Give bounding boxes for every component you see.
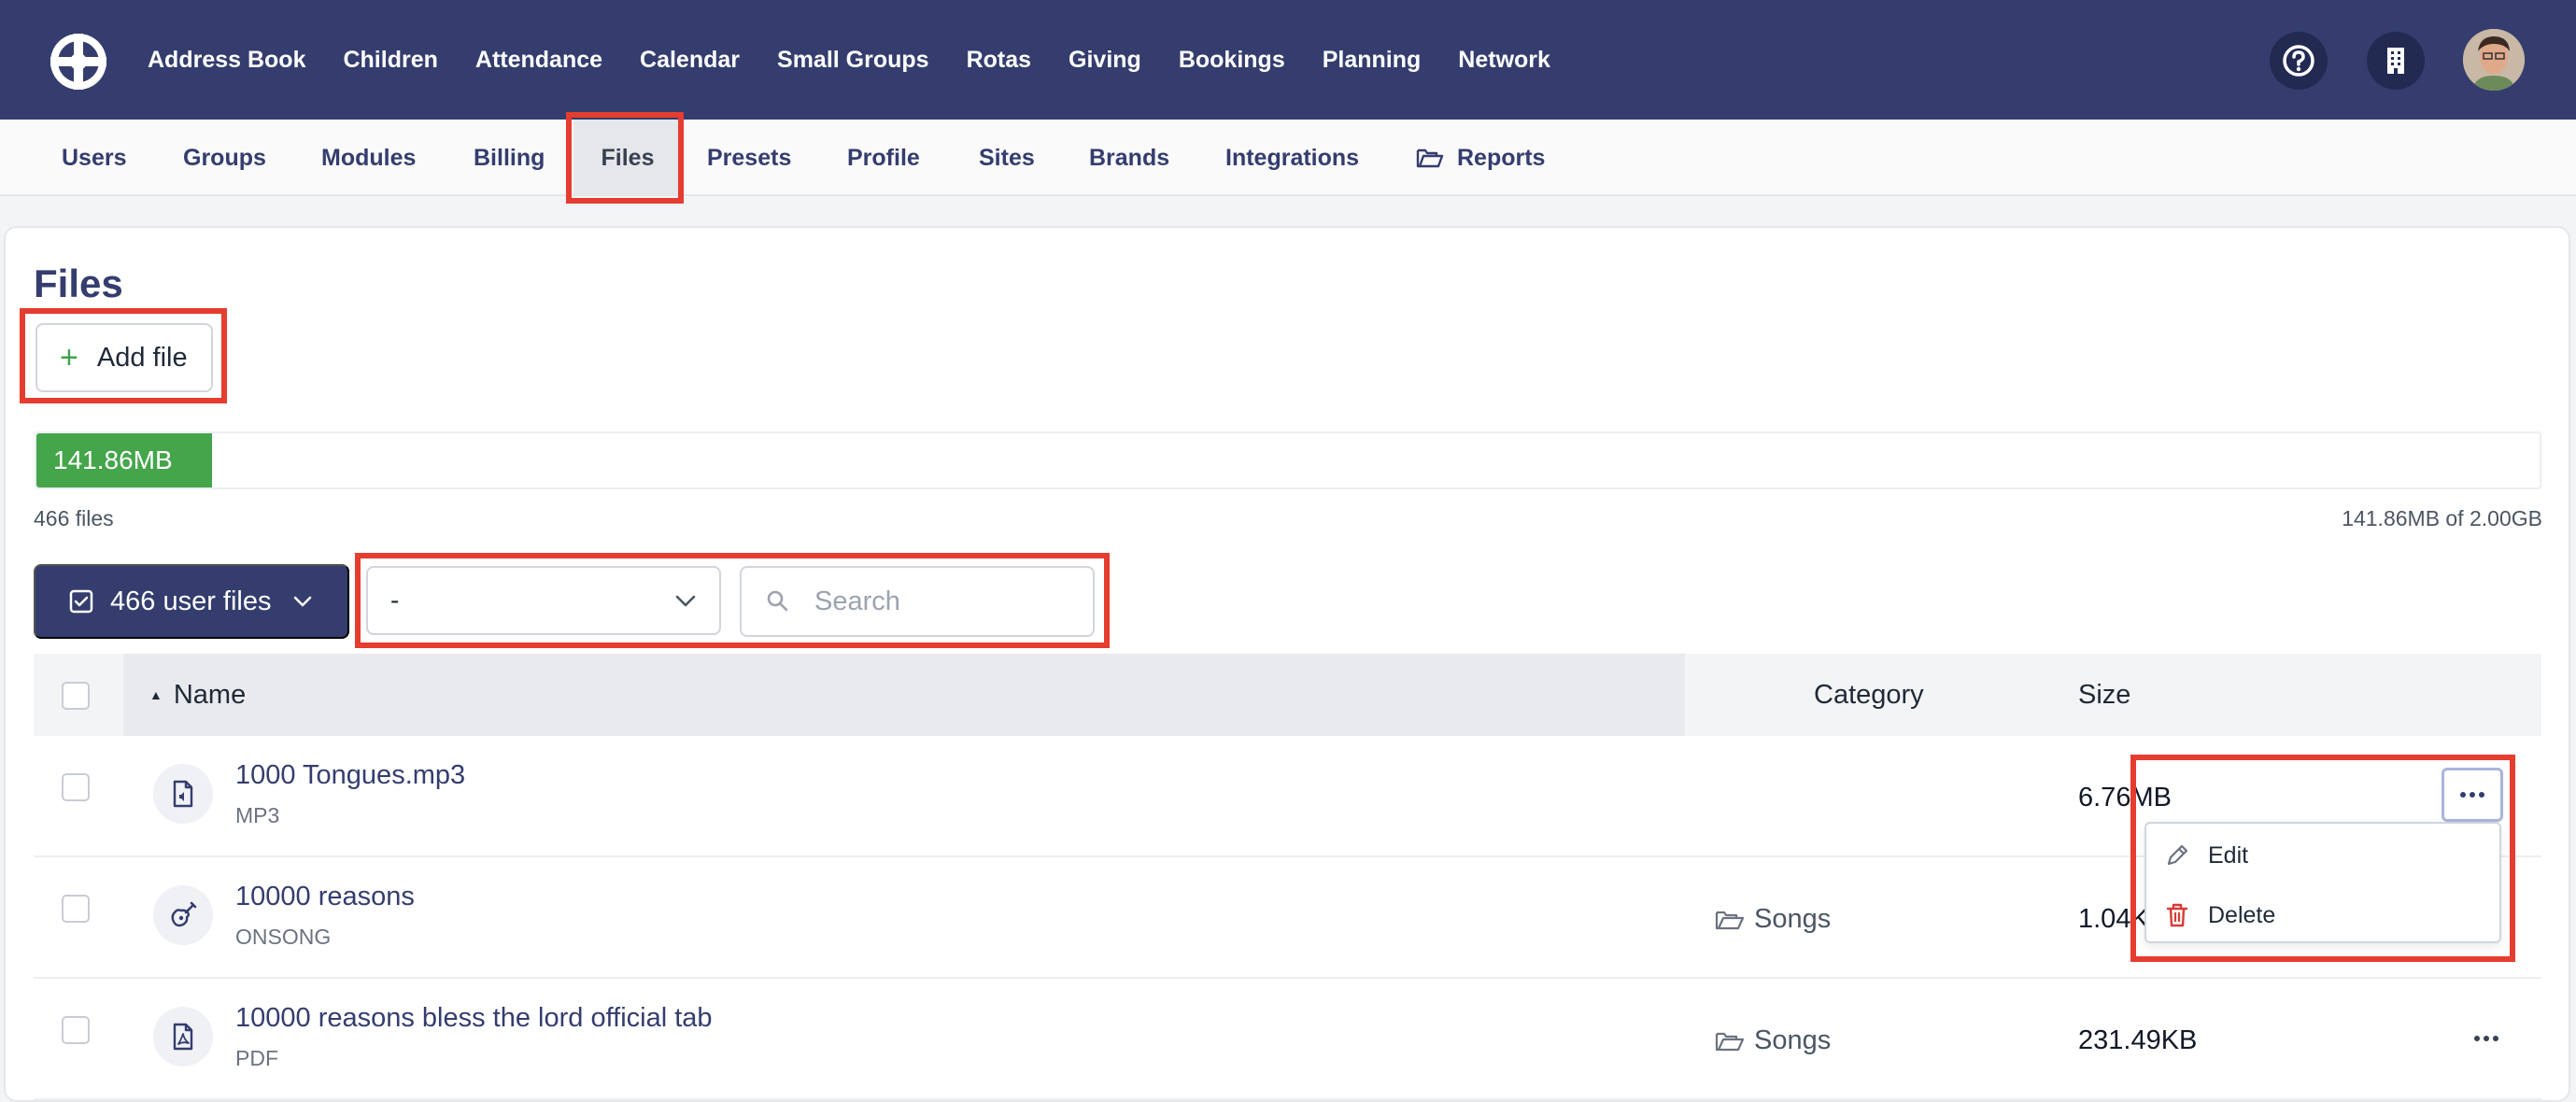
folder-open-icon <box>1416 148 1444 168</box>
menu-item-delete-label: Delete <box>2208 901 2276 928</box>
row-checkbox[interactable] <box>62 1016 90 1044</box>
file-name-link[interactable]: 1000 Tongues.mp3 <box>235 760 465 791</box>
user-files-label: 466 user files <box>110 586 272 616</box>
menu-item-delete[interactable]: Delete <box>2163 897 2275 934</box>
select-all-checkbox[interactable] <box>62 682 90 710</box>
guitar-icon <box>153 885 213 945</box>
sort-ascending-icon: ▲ <box>149 687 163 702</box>
trash-icon <box>2166 903 2188 927</box>
column-header-category[interactable]: Category <box>1814 680 1924 711</box>
tab-reports[interactable]: Reports <box>1416 120 1545 196</box>
app-logo-icon[interactable] <box>47 30 110 93</box>
column-header-size[interactable]: Size <box>2078 680 2130 711</box>
tab-billing[interactable]: Billing <box>474 120 545 196</box>
storage-progress-fill: 141.86MB <box>36 433 212 487</box>
row-actions-button[interactable] <box>2442 768 2503 822</box>
file-type: ONSONG <box>235 925 332 949</box>
nav-network[interactable]: Network <box>1458 47 1550 74</box>
row-checkbox[interactable] <box>62 895 90 923</box>
file-size: 231.49KB <box>2078 1025 2198 1055</box>
file-category: Songs <box>1715 904 1831 935</box>
user-avatar[interactable] <box>2463 29 2525 91</box>
folder-open-icon <box>1715 1032 1745 1051</box>
building-icon[interactable] <box>2367 32 2425 90</box>
column-name-label: Name <box>173 679 247 710</box>
nav-children[interactable]: Children <box>343 47 437 74</box>
storage-used-label: 141.86MB <box>53 445 173 474</box>
file-name-link[interactable]: 10000 reasons <box>235 882 415 912</box>
storage-progress-bar: 141.86MB <box>35 431 2541 489</box>
search-input[interactable] <box>814 586 1057 617</box>
top-navigation-bar: Address Book Children Attendance Calenda… <box>0 0 2576 120</box>
storage-summary: 141.86MB of 2.00GB <box>2342 506 2542 530</box>
file-type: PDF <box>235 1046 278 1070</box>
pencil-icon <box>2167 844 2188 866</box>
files-count: 466 files <box>34 506 114 530</box>
add-file-label: Add file <box>96 342 188 373</box>
table-header: ▲ Name Category Size <box>34 654 2541 736</box>
nav-planning[interactable]: Planning <box>1323 47 1422 74</box>
tab-modules[interactable]: Modules <box>321 120 416 196</box>
more-horizontal-icon <box>2474 1036 2498 1041</box>
nav-small-groups[interactable]: Small Groups <box>777 47 929 74</box>
nav-calendar[interactable]: Calendar <box>640 47 740 74</box>
file-size: 6.76MB <box>2078 783 2172 812</box>
nav-rotas[interactable]: Rotas <box>967 47 1031 74</box>
more-horizontal-icon <box>2460 792 2484 798</box>
settings-subnav-bar: Users Groups Modules Billing Files Prese… <box>0 120 2576 196</box>
file-category: Songs <box>1715 1025 1831 1056</box>
user-files-dropdown-button[interactable]: 466 user files <box>34 564 349 639</box>
nav-giving[interactable]: Giving <box>1069 47 1141 74</box>
nav-address-book[interactable]: Address Book <box>148 47 305 74</box>
tab-integrations[interactable]: Integrations <box>1225 120 1359 196</box>
file-category-label: Songs <box>1754 1025 1832 1055</box>
chevron-down-icon <box>293 596 311 607</box>
plus-icon: + <box>60 339 78 375</box>
file-type: MP3 <box>235 803 280 827</box>
category-select-value: - <box>390 586 400 615</box>
checkbox-checked-icon <box>69 589 93 614</box>
tab-brands[interactable]: Brands <box>1089 120 1169 196</box>
category-select[interactable]: - <box>366 566 721 635</box>
menu-item-edit-label: Edit <box>2208 841 2249 869</box>
file-name-link[interactable]: 10000 reasons bless the lord official ta… <box>235 1003 713 1034</box>
table-row: 10000 reasons bless the lord official ta… <box>34 979 2541 1100</box>
main-nav: Address Book Children Attendance Calenda… <box>148 0 1588 120</box>
row-actions-button[interactable] <box>2460 1020 2512 1057</box>
row-actions-menu: Edit Delete <box>2144 822 2501 943</box>
pdf-file-icon <box>153 1007 213 1067</box>
nav-attendance[interactable]: Attendance <box>475 47 602 74</box>
tab-profile[interactable]: Profile <box>847 120 920 196</box>
tab-reports-label: Reports <box>1457 144 1546 171</box>
chevron-down-icon <box>675 595 696 607</box>
tab-presets[interactable]: Presets <box>707 120 791 196</box>
column-header-name[interactable]: ▲ Name <box>123 654 1685 736</box>
tab-files[interactable]: Files <box>573 120 682 196</box>
help-circle-icon[interactable] <box>2270 32 2328 90</box>
folder-open-icon <box>1715 911 1745 929</box>
menu-item-edit[interactable]: Edit <box>2163 837 2248 874</box>
page-title: Files <box>34 261 123 305</box>
file-category-label: Songs <box>1754 904 1832 934</box>
tab-groups[interactable]: Groups <box>183 120 266 196</box>
tab-sites[interactable]: Sites <box>979 120 1035 196</box>
add-file-button[interactable]: + Add file <box>35 323 213 392</box>
audio-file-icon <box>153 764 213 824</box>
search-icon <box>767 590 788 612</box>
row-checkbox[interactable] <box>62 773 90 801</box>
nav-bookings[interactable]: Bookings <box>1179 47 1285 74</box>
search-box <box>740 566 1095 637</box>
tab-users[interactable]: Users <box>62 120 127 196</box>
